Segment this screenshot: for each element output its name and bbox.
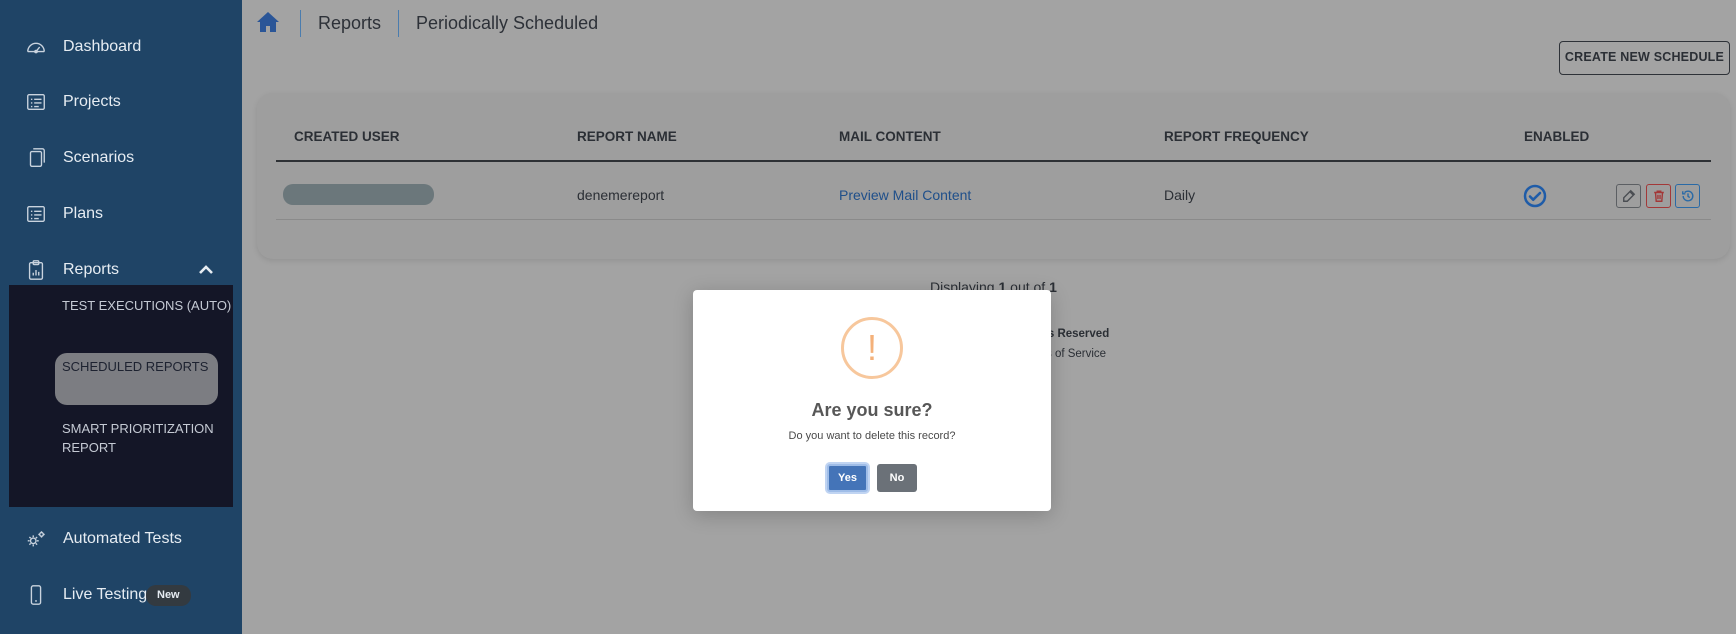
edit-button[interactable] [1616,184,1641,208]
chevron-up-icon[interactable] [196,260,216,280]
table-header-divider [276,160,1711,162]
sidebar-item-label: Automated Tests [63,530,182,547]
create-new-schedule-button[interactable]: CREATE NEW SCHEDULE [1559,41,1730,75]
new-badge: New [146,584,191,606]
breadcrumb-current: Periodically Scheduled [416,13,599,33]
confirm-no-button[interactable]: No [877,464,917,492]
copy-icon [24,146,48,170]
submenu-item-scheduled-reports[interactable]: SCHEDULED REPORTS [62,358,232,377]
sidebar-item-dashboard[interactable]: Dashboard [0,27,242,67]
column-header-enabled[interactable]: ENABLED [1524,129,1589,144]
sidebar-item-projects[interactable]: Projects [0,82,242,122]
preview-mail-content-link[interactable]: Preview Mail Content [839,187,971,203]
schedule-table-card [257,93,1730,259]
sidebar-item-label: Reports [63,261,120,278]
sidebar-item-label: Live Testing [63,586,148,603]
table-row-divider [276,219,1711,220]
column-header-report-frequency[interactable]: REPORT FREQUENCY [1164,129,1309,144]
clipboard-chart-icon [24,258,48,282]
breadcrumb-separator [398,10,399,37]
dashboard-icon [24,35,48,59]
dialog-title: Are you sure? [811,400,933,420]
footer-terms-link[interactable]: s of Service [1046,348,1106,360]
gears-icon [24,527,48,551]
dialog-message: Do you want to delete this record? [788,430,956,442]
sidebar-item-label: Projects [63,93,121,110]
report-frequency-cell: Daily [1164,187,1196,203]
sidebar-item-label: Scenarios [63,149,135,166]
report-name-cell: denemereport [577,187,665,203]
submenu-item-smart-prioritization[interactable]: SMART PRIORITIZATION REPORT [62,420,232,457]
reports-submenu: TEST EXECUTIONS (AUTO) SCHEDULED REPORTS… [9,285,233,507]
created-user-redacted [283,184,434,205]
delete-button[interactable] [1646,184,1671,208]
sidebar-item-live-testing[interactable]: Live Testing New [0,575,242,615]
confirm-yes-button[interactable]: Yes [827,464,868,492]
sidebar: Dashboard Projects Scenarios Plans Repor… [0,0,242,634]
sidebar-item-label: Dashboard [63,38,142,55]
mobile-icon [24,583,48,607]
home-icon[interactable] [256,11,280,33]
column-header-mail-content[interactable]: MAIL CONTENT [839,129,941,144]
submenu-item-test-executions[interactable]: TEST EXECUTIONS (AUTO) [62,297,232,316]
history-button[interactable] [1675,184,1700,208]
column-header-report-name[interactable]: REPORT NAME [577,129,677,144]
column-header-created-user[interactable]: CREATED USER [294,129,400,144]
sidebar-item-reports[interactable]: Reports [0,250,242,290]
breadcrumb-reports[interactable]: Reports [318,13,381,34]
sidebar-item-automated-tests[interactable]: Automated Tests [0,519,242,559]
sidebar-item-label: Plans [63,205,104,222]
confirm-delete-dialog: ! Are you sure? Do you want to delete th… [693,290,1051,511]
edit-icon [1622,189,1635,202]
history-icon [1681,190,1693,202]
warning-icon: ! [841,317,903,379]
list-icon [24,202,48,226]
sidebar-item-scenarios[interactable]: Scenarios [0,138,242,178]
sidebar-item-plans[interactable]: Plans [0,194,242,234]
trash-icon [1653,190,1664,202]
check-circle-icon[interactable] [1523,184,1547,208]
breadcrumb-separator [300,10,301,37]
list-icon [24,90,48,114]
